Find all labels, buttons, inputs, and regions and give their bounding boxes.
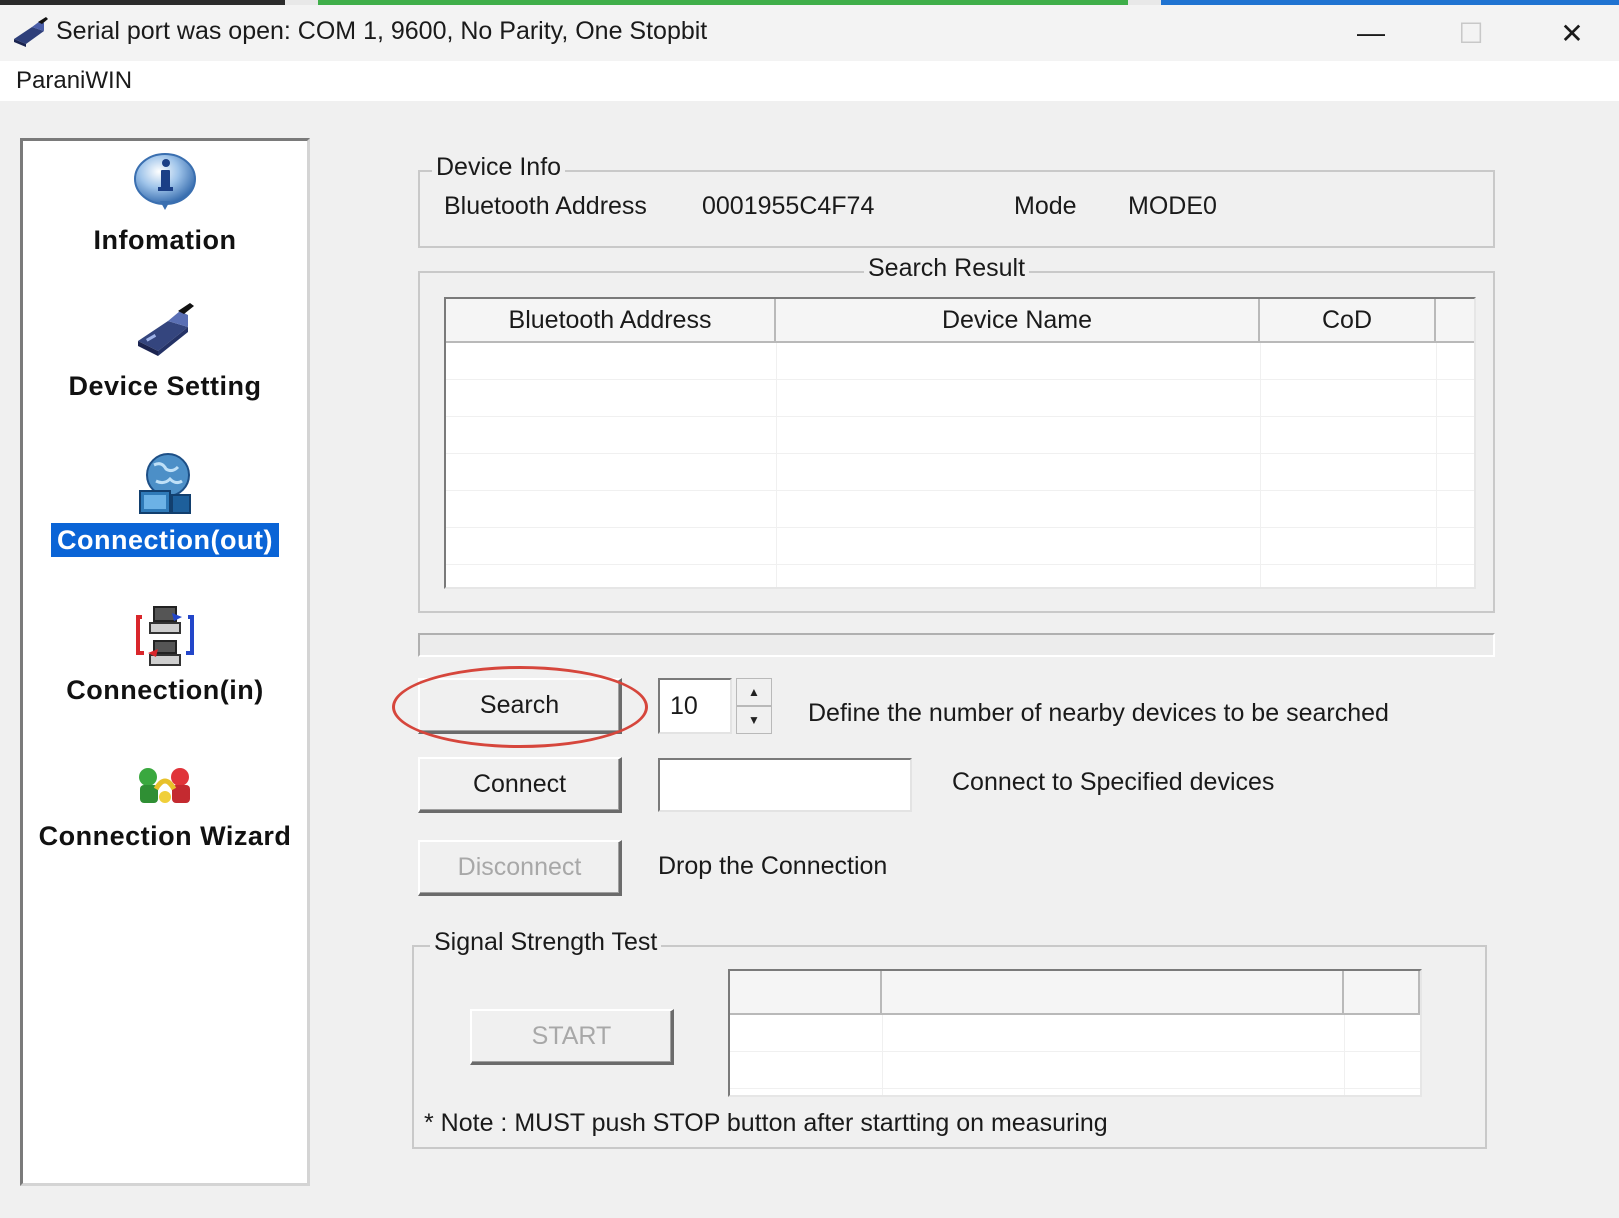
column-header[interactable] <box>1344 971 1420 1015</box>
sidebar-item-label: Connection Wizard <box>38 821 292 851</box>
column-header[interactable] <box>882 971 1344 1015</box>
column-divider <box>882 1015 883 1095</box>
spin-down-arrow-icon[interactable]: ▼ <box>736 706 772 734</box>
column-divider <box>776 343 777 587</box>
search-count-spinner[interactable]: ▲ ▼ <box>736 678 772 734</box>
column-header-bluetooth-address[interactable]: Bluetooth Address <box>446 299 776 343</box>
sidebar-item-device-setting[interactable]: Device Setting <box>23 301 307 421</box>
table-row <box>446 343 1474 380</box>
sidebar-item-label: Device Setting <box>68 371 262 401</box>
search-result-title: Search Result <box>864 254 1030 283</box>
search-description: Define the number of nearby devices to b… <box>808 699 1389 727</box>
sidebar-item-label: Infomation <box>93 225 237 255</box>
measuring-note: * Note : MUST push STOP button after sta… <box>424 1109 1108 1137</box>
sidebar-item-connection-out[interactable]: Connection(out) <box>23 451 307 571</box>
column-divider <box>1436 343 1437 587</box>
column-header-filler <box>1436 299 1474 343</box>
search-progress-bar <box>418 633 1495 657</box>
table-row <box>446 491 1474 528</box>
table-row <box>446 380 1474 417</box>
info-icon <box>134 153 196 210</box>
table-row <box>446 528 1474 565</box>
sidebar-item-connection-wizard[interactable]: Connection Wizard <box>23 757 307 877</box>
table-row <box>446 417 1474 454</box>
device-info-group: Device Info Bluetooth Address 0001955C4F… <box>418 153 1495 248</box>
column-divider <box>1260 343 1261 587</box>
column-header-device-name[interactable]: Device Name <box>776 299 1260 343</box>
bluetooth-address-value: 0001955C4F74 <box>702 192 875 220</box>
search-result-group: Search Result Bluetooth Address Device N… <box>418 254 1495 613</box>
close-button[interactable]: ✕ <box>1527 5 1617 61</box>
column-divider <box>1344 1015 1345 1095</box>
menu-bar: ParaniWIN <box>0 61 1619 101</box>
column-header[interactable] <box>730 971 882 1015</box>
signal-strength-title: Signal Strength Test <box>430 928 662 957</box>
bluetooth-address-label: Bluetooth Address <box>444 192 647 220</box>
table-row <box>446 454 1474 491</box>
connect-description: Connect to Specified devices <box>952 768 1275 796</box>
disconnect-description: Drop the Connection <box>658 852 888 880</box>
serial-device-icon <box>14 17 48 47</box>
list-header: Bluetooth Address Device Name CoD <box>446 299 1474 343</box>
selected-label: Connection(out) <box>51 523 279 557</box>
connection-out-icon <box>139 453 191 514</box>
device-info-title: Device Info <box>432 153 566 182</box>
mode-value: MODE0 <box>1128 192 1217 220</box>
sidebar-item-label: Connection(in) <box>66 675 264 705</box>
menu-item-paraniwin[interactable]: ParaniWIN <box>16 67 132 95</box>
disconnect-button[interactable]: Disconnect <box>418 840 622 896</box>
signal-strength-group: Signal Strength Test START * Note : MUST… <box>412 928 1487 1149</box>
device-setting-icon <box>138 303 194 356</box>
connect-button[interactable]: Connect <box>418 757 622 813</box>
search-button[interactable]: Search <box>418 678 622 734</box>
connect-address-input[interactable] <box>658 758 912 812</box>
connection-in-icon <box>136 606 194 666</box>
signal-strength-list[interactable] <box>728 969 1422 1097</box>
search-result-list[interactable]: Bluetooth Address Device Name CoD <box>444 297 1476 589</box>
window-title: Serial port was open: COM 1, 9600, No Pa… <box>56 17 708 45</box>
sidebar-item-connection-in[interactable]: Connection(in) <box>23 603 307 723</box>
table-row <box>730 1015 1420 1052</box>
sidebar-nav: Infomation Device Setting Connection(out… <box>20 138 310 1186</box>
search-count-input[interactable] <box>658 678 732 734</box>
minimize-button[interactable]: — <box>1326 5 1416 61</box>
connection-wizard-icon <box>139 768 190 803</box>
mode-label: Mode <box>1014 192 1077 220</box>
list-header <box>730 971 1420 1015</box>
maximize-button[interactable]: ☐ <box>1426 5 1516 61</box>
start-button[interactable]: START <box>470 1009 674 1065</box>
table-row <box>730 1052 1420 1089</box>
sidebar-item-label: Connection(out) <box>23 523 307 557</box>
spin-up-arrow-icon[interactable]: ▲ <box>736 678 772 706</box>
paraniwin-window: Serial port was open: COM 1, 9600, No Pa… <box>0 0 1619 1218</box>
title-bar[interactable]: Serial port was open: COM 1, 9600, No Pa… <box>0 5 1619 61</box>
column-header-cod[interactable]: CoD <box>1260 299 1436 343</box>
sidebar-item-information[interactable]: Infomation <box>23 149 307 269</box>
